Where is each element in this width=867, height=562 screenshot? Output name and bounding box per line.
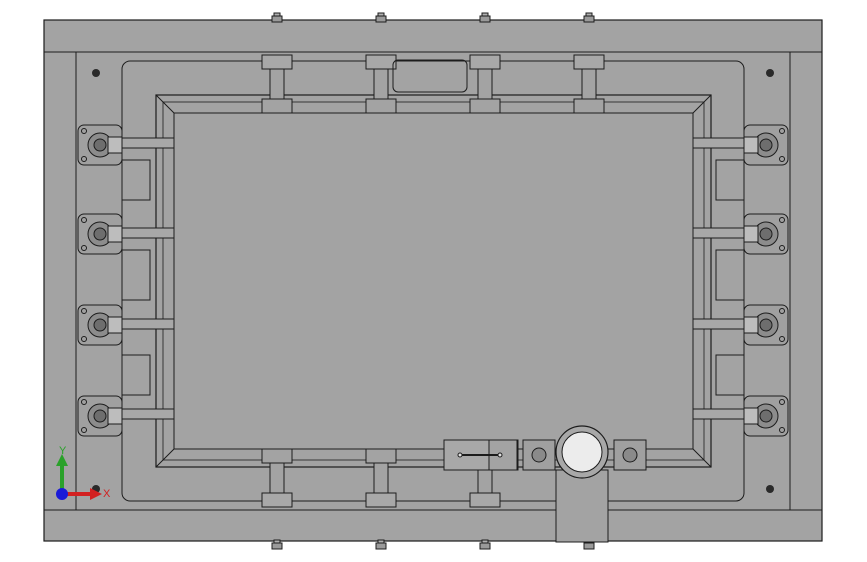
- z-axis: [56, 488, 68, 500]
- cad-viewport[interactable]: Y X: [0, 0, 867, 562]
- y-axis-label: Y: [59, 445, 67, 457]
- panel-area: [173, 112, 694, 450]
- mount-hole: [766, 485, 774, 493]
- rotary-actuator: [555, 425, 609, 543]
- slide-mechanism: [443, 439, 647, 471]
- mount-hole: [766, 69, 774, 77]
- x-axis-label: X: [103, 488, 111, 500]
- mount-hole: [92, 69, 100, 77]
- fixture-drawing: Y X: [43, 12, 823, 550]
